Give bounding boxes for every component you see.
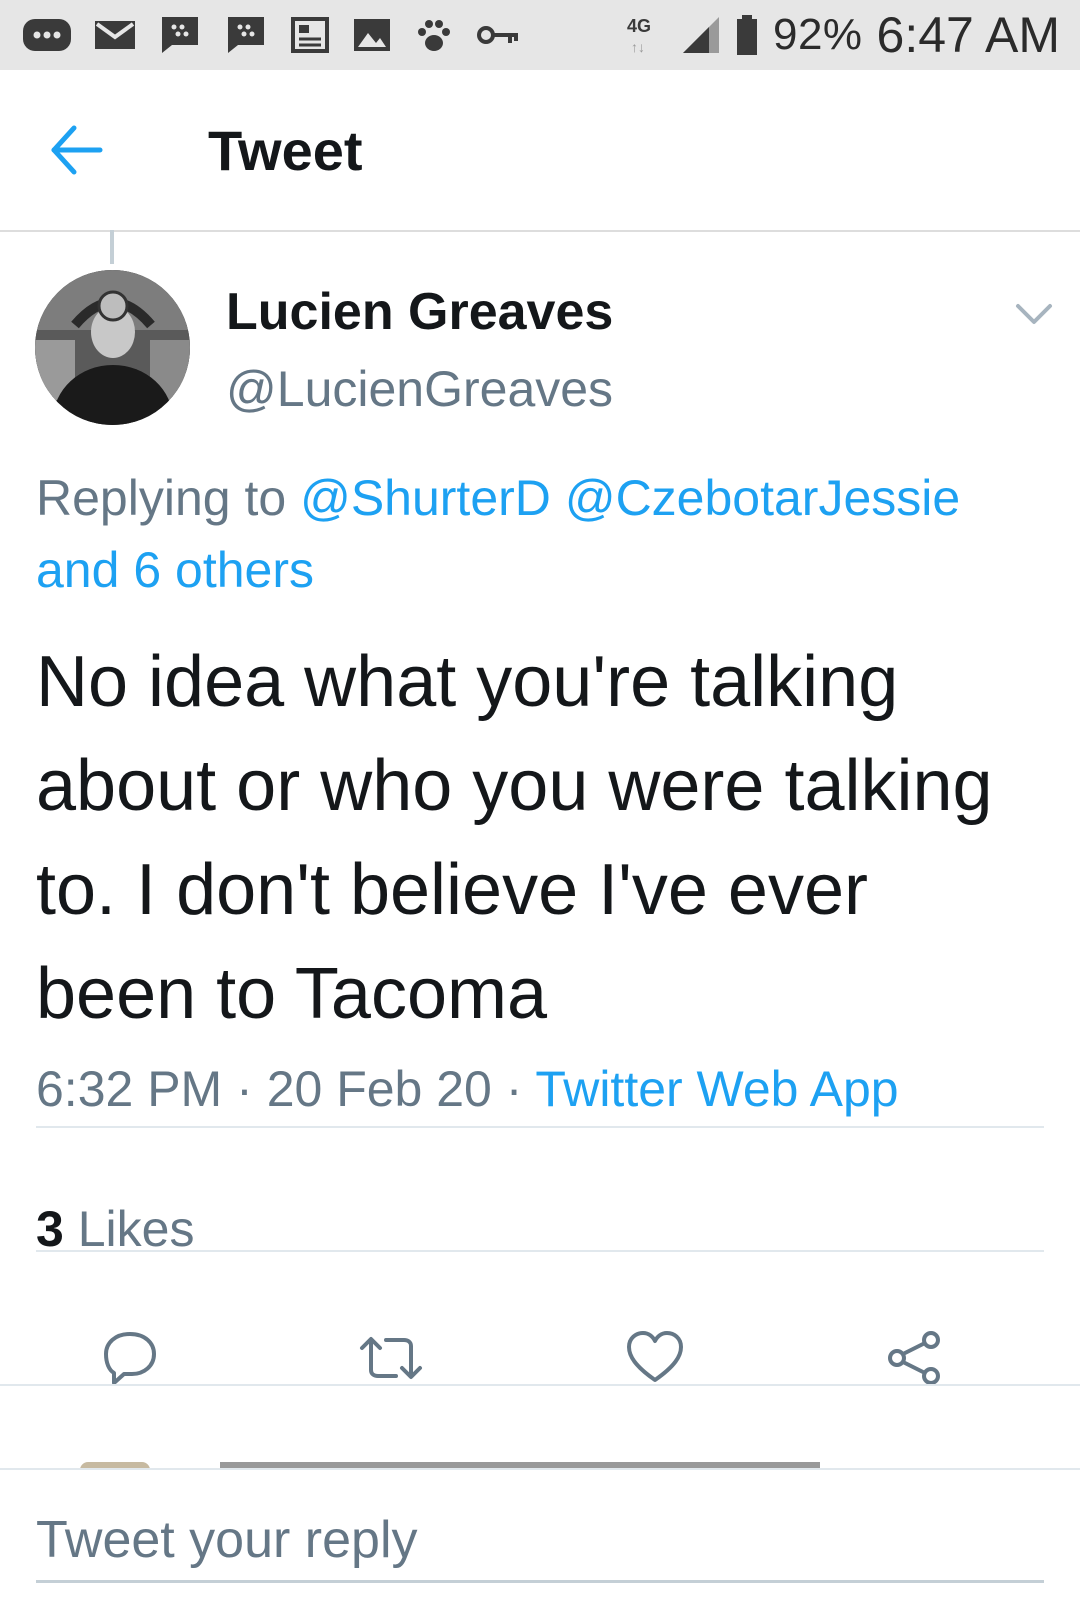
battery-icon <box>736 15 757 55</box>
retweet-button[interactable] <box>358 1328 422 1388</box>
blackberry-messenger-icon <box>228 17 264 53</box>
divider <box>36 1126 1044 1128</box>
network-4g-icon: 4G ↑↓ <box>627 16 651 55</box>
tweet-menu-button[interactable] <box>1010 298 1058 330</box>
meta-separator: · <box>505 1061 523 1117</box>
battery-percent: 92% <box>772 10 863 59</box>
app-header: Tweet <box>0 70 1080 232</box>
likes-number: 3 <box>36 1201 64 1257</box>
tweet-time: 6:32 PM <box>36 1061 223 1117</box>
like-button[interactable] <box>625 1328 685 1388</box>
news-icon <box>291 17 329 53</box>
meta-separator: · <box>236 1061 253 1117</box>
reply-target-link[interactable]: @CzebotarJessie <box>565 470 960 526</box>
replying-prefix: Replying to <box>36 470 287 526</box>
key-icon <box>477 26 518 44</box>
likes-label: Likes <box>77 1201 195 1257</box>
reply-input[interactable] <box>36 1500 1044 1583</box>
author-name[interactable]: Lucien Greaves <box>226 282 613 342</box>
tweet-date: 20 Feb 20 <box>266 1061 492 1117</box>
divider <box>36 1250 1044 1252</box>
notification-icons <box>22 0 520 70</box>
tweet-actions <box>0 1300 1080 1410</box>
status-right: 4G ↑↓ 92% 6:47 AM <box>627 0 1060 70</box>
avatar-photo <box>35 270 190 425</box>
avatar[interactable] <box>35 270 190 425</box>
tweet-source-link[interactable]: Twitter Web App <box>535 1061 898 1117</box>
chevron-down-icon <box>1016 304 1052 324</box>
share-icon <box>888 1331 940 1385</box>
reply-button[interactable] <box>100 1328 160 1388</box>
status-time: 6:47 AM <box>876 7 1060 63</box>
heart-icon <box>627 1331 683 1382</box>
status-bar: 4G ↑↓ 92% 6:47 AM <box>0 0 1080 70</box>
blackberry-messenger-icon <box>162 17 198 53</box>
svg-text:↑↓: ↑↓ <box>631 39 645 55</box>
reply-composer <box>0 1468 1080 1622</box>
reply-icon <box>104 1332 156 1385</box>
more-icon <box>23 19 71 51</box>
paw-icon <box>418 20 450 51</box>
page-title: Tweet <box>208 119 363 182</box>
signal-icon <box>682 17 719 53</box>
reply-others-link[interactable]: and 6 others <box>36 542 314 598</box>
arrow-left-icon <box>51 125 103 175</box>
tweet-meta: 6:32 PM · 20 Feb 20 · Twitter Web App <box>36 1060 899 1118</box>
author-handle[interactable]: @LucienGreaves <box>226 360 613 418</box>
reply-target-link[interactable]: @ShurterD <box>300 470 551 526</box>
retweet-icon <box>360 1337 422 1379</box>
image-icon <box>354 19 390 51</box>
mail-icon <box>95 21 135 49</box>
thread-connector-line <box>110 230 114 264</box>
divider <box>0 1384 1080 1386</box>
back-button[interactable] <box>48 122 118 178</box>
tweet-text: No idea what you're talking about or who… <box>36 642 993 1034</box>
svg-text:4G: 4G <box>627 16 651 36</box>
replying-to: Replying to @ShurterD @CzebotarJessie an… <box>36 462 1056 606</box>
share-button[interactable] <box>885 1328 945 1388</box>
